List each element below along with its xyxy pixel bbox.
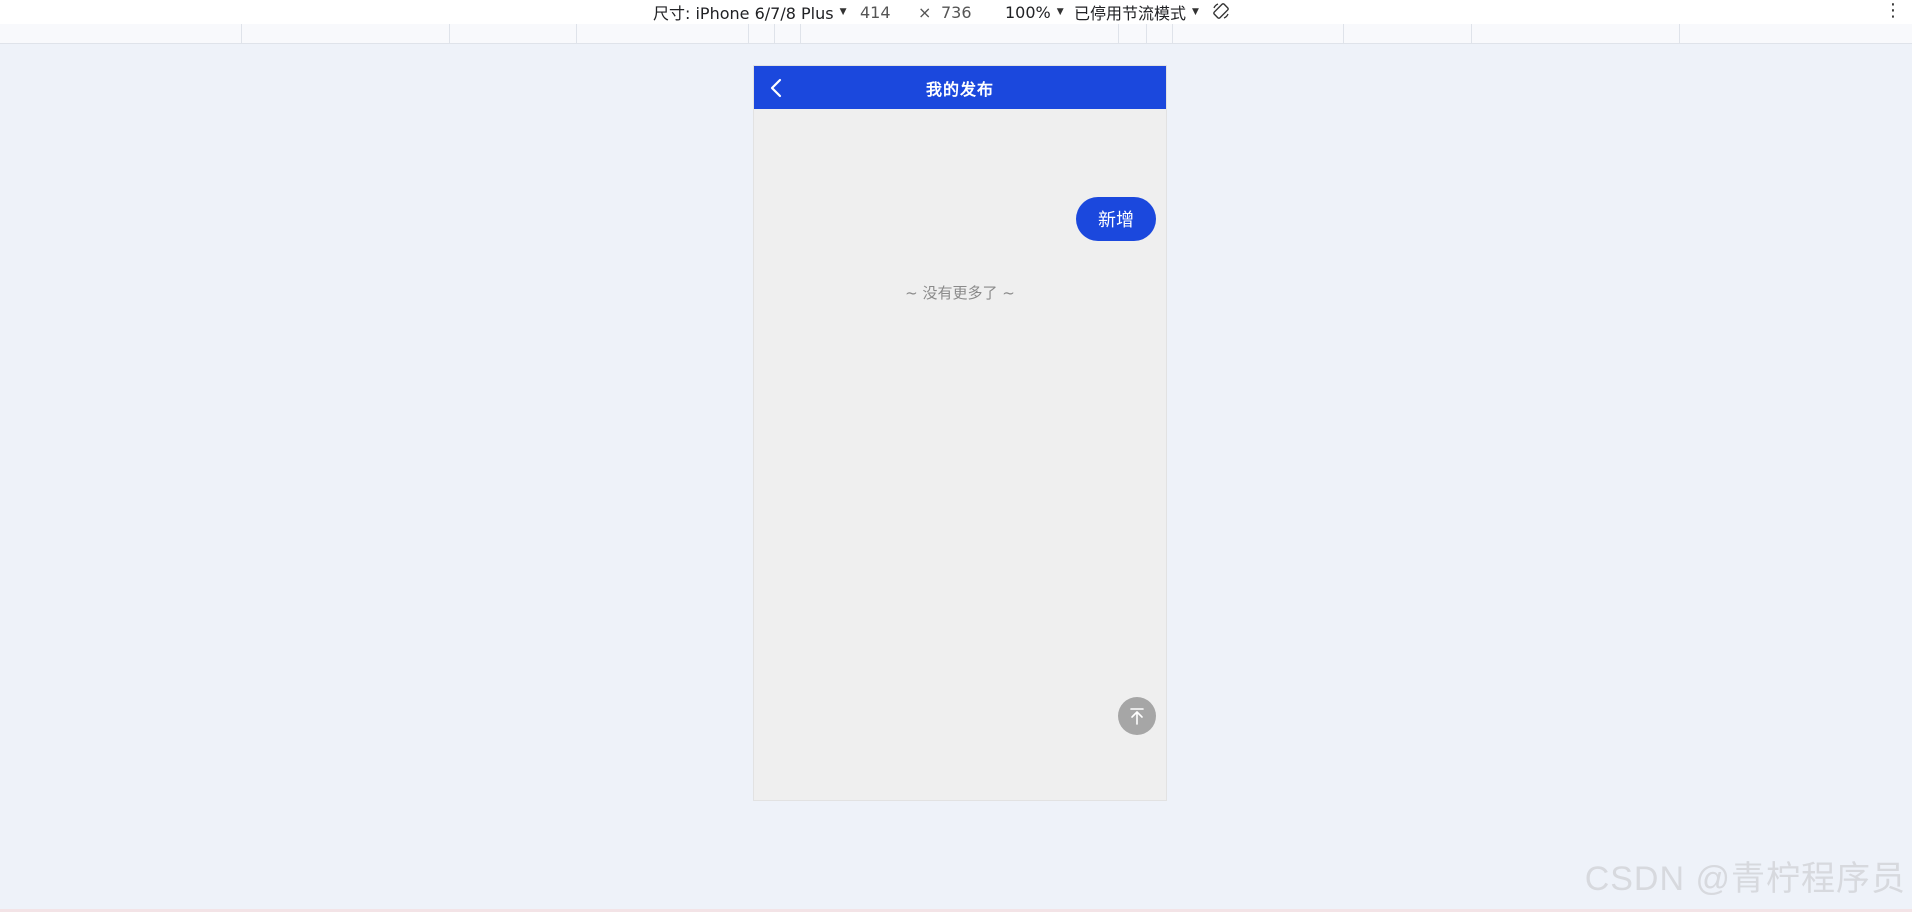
- caret-down-icon: ▼: [1056, 7, 1064, 17]
- no-more-text: ~ 没有更多了 ~: [905, 284, 1015, 302]
- arrow-up-to-top-icon: [1130, 708, 1144, 725]
- caret-down-icon: ▼: [1192, 7, 1199, 17]
- device-dimensions-label: 尺寸: iPhone 6/7/8 Plus: [653, 4, 834, 23]
- ruler-tick: [774, 24, 775, 44]
- ruler-tick: [241, 24, 242, 44]
- page-title: 我的发布: [925, 79, 994, 99]
- ruler-tick: [1679, 24, 1680, 44]
- add-button[interactable]: 新增: [1076, 197, 1156, 241]
- phone-viewport: 我的发布 新增 ~ 没有更多了 ~: [753, 65, 1167, 801]
- ruler-tick: [1172, 24, 1173, 44]
- page-header: 我的发布: [754, 66, 1166, 109]
- ruler-tick: [1146, 24, 1147, 44]
- zoom-select[interactable]: 100% ▼: [1005, 3, 1064, 22]
- chevron-left-icon: [770, 78, 782, 98]
- throttle-select[interactable]: 已停用节流模式 ▼: [1074, 0, 1199, 24]
- device-toolbar: 尺寸: iPhone 6/7/8 Plus ▼ 414 × 736 100% ▼…: [0, 0, 1912, 24]
- ruler-tick: [1118, 24, 1119, 44]
- rotate-icon[interactable]: [1212, 2, 1230, 20]
- ruler-tick: [1471, 24, 1472, 44]
- ruler-tick: [576, 24, 577, 44]
- watermark: CSDN @青柠程序员: [1584, 860, 1906, 898]
- media-query-ruler: [0, 24, 1912, 44]
- throttle-label: 已停用节流模式: [1074, 4, 1187, 23]
- ruler-tick: [1343, 24, 1344, 44]
- back-button[interactable]: [762, 74, 790, 102]
- caret-down-icon: ▼: [839, 7, 847, 17]
- ruler-tick: [748, 24, 749, 44]
- more-options-icon[interactable]: ⋮: [1884, 0, 1902, 22]
- times-symbol: ×: [918, 2, 932, 22]
- zoom-label: 100%: [1005, 2, 1051, 22]
- height-input[interactable]: 736: [941, 3, 972, 22]
- back-to-top-button[interactable]: [1118, 697, 1156, 735]
- device-select[interactable]: 尺寸: iPhone 6/7/8 Plus ▼: [653, 0, 846, 24]
- ruler-tick: [800, 24, 801, 44]
- width-input[interactable]: 414: [860, 3, 891, 22]
- ruler-tick: [449, 24, 450, 44]
